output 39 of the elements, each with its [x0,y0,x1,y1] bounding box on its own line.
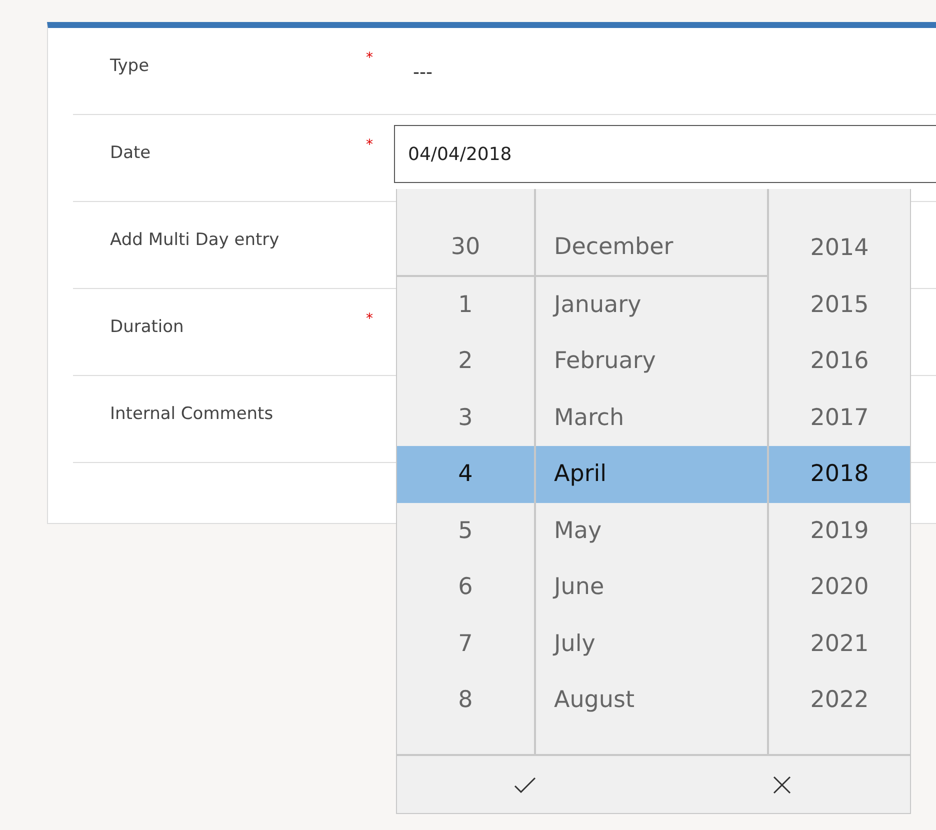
year-option[interactable]: 2016 [769,333,910,390]
required-mark: * [366,311,373,327]
year-option[interactable]: 2014 [769,220,910,276]
field-label: Internal Comments [110,404,274,424]
day-option[interactable]: 4 [397,446,534,502]
day-option[interactable]: 3 [397,390,534,446]
day-option[interactable]: 2 [397,333,534,390]
field-value: --- [413,62,432,83]
day-option[interactable]: 5 [397,502,534,559]
date-field[interactable]: 04/04/2018 [394,125,936,183]
month-option[interactable]: January [536,276,767,333]
day-option[interactable]: 8 [397,672,534,728]
month-option[interactable]: December [536,220,767,276]
month-option[interactable]: May [536,502,767,559]
year-option[interactable]: 2020 [769,559,910,616]
year-option[interactable]: 2022 [769,672,910,728]
year-option[interactable]: 2015 [769,276,910,333]
month-option[interactable]: July [536,616,767,672]
month-option[interactable]: March [536,390,767,446]
year-option[interactable]: 2018 [769,446,910,502]
year-option[interactable]: 2017 [769,390,910,446]
close-icon [772,776,791,794]
year-option[interactable]: 2021 [769,616,910,672]
month-option[interactable]: February [536,333,767,390]
field-label: Date [110,143,151,163]
field-label: Type [110,56,150,76]
month-option[interactable]: April [536,446,767,502]
month-option[interactable]: August [536,672,767,728]
day-option[interactable]: 30 [397,220,534,276]
year-option[interactable]: 2019 [769,502,910,559]
required-mark: * [366,137,373,153]
day-option[interactable]: 1 [397,276,534,333]
day-option[interactable]: 7 [397,616,534,672]
field-label: Add Multi Day entry [110,230,280,250]
field-label: Duration [110,317,184,337]
day-option[interactable]: 6 [397,559,534,616]
required-mark: * [366,50,373,66]
checkmark-icon [514,776,536,792]
month-option[interactable]: June [536,559,767,616]
